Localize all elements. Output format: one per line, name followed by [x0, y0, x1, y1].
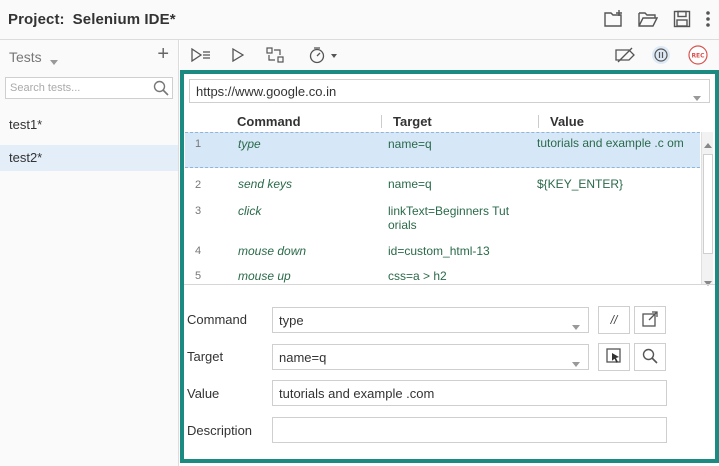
chevron-down-icon[interactable] — [572, 318, 580, 333]
command-row[interactable]: 3 click linkText=Beginners Tut orials — [185, 196, 700, 236]
command-row[interactable]: 5 mouse up css=a > h2 — [185, 260, 700, 284]
tests-header: Tests + — [0, 40, 179, 72]
command-label: Command — [187, 312, 247, 327]
row-number: 1 — [195, 138, 202, 150]
search-tests-input[interactable]: Search tests... — [5, 77, 173, 99]
row-value: tutorials and example .c om — [537, 136, 684, 150]
row-value: ${KEY_ENTER} — [537, 177, 624, 191]
playback-toolbar: REC — [180, 40, 719, 70]
search-icon[interactable] — [153, 80, 169, 99]
test-editor-frame: https://www.google.co.in Command Target … — [180, 70, 719, 463]
row-target: name=q — [388, 177, 432, 191]
open-external-icon — [642, 310, 658, 330]
row-command: click — [238, 204, 262, 218]
chevron-down-icon[interactable] — [50, 53, 58, 68]
disable-breakpoints-icon[interactable] — [614, 45, 636, 65]
test-name: test2* — [9, 150, 43, 165]
value-input[interactable]: tutorials and example .com — [272, 380, 667, 406]
tests-panel: Tests + Search tests... test1* test2* — [0, 40, 179, 466]
target-input[interactable]: name=q — [272, 344, 589, 370]
column-header-command: Command — [237, 114, 301, 129]
scroll-up-arrow-icon[interactable] — [704, 136, 712, 151]
value-label: Value — [187, 386, 220, 401]
commands-table-header: Command Target Value — [185, 110, 700, 132]
test-name: test1* — [9, 117, 43, 132]
column-header-target: Target — [393, 114, 432, 129]
command-row-selected[interactable]: 1 type name=q tutorials and example .c o… — [185, 132, 700, 168]
target-input-value: name=q — [279, 350, 327, 365]
record-icon[interactable]: REC — [688, 45, 708, 65]
open-folder-icon[interactable] — [637, 8, 659, 30]
row-command: mouse down — [238, 244, 307, 258]
description-label: Description — [187, 423, 253, 438]
scroll-down-arrow-icon[interactable] — [704, 274, 712, 289]
row-number: 3 — [195, 205, 202, 217]
project-name[interactable]: Selenium IDE* — [73, 11, 176, 28]
command-input-value: type — [279, 313, 304, 328]
step-over-icon[interactable] — [265, 45, 285, 65]
add-test-button[interactable]: + — [157, 43, 169, 66]
chevron-down-icon[interactable] — [572, 355, 580, 370]
project-label: Project: — [8, 11, 65, 28]
save-icon[interactable] — [671, 8, 693, 30]
pause-on-exceptions-icon[interactable] — [651, 45, 671, 65]
test-list-item[interactable]: test1* — [0, 112, 178, 138]
comment-toggle-label: // — [610, 313, 618, 327]
column-divider — [381, 115, 382, 128]
speed-timer-icon[interactable] — [308, 45, 338, 65]
row-target: name=q — [388, 137, 432, 151]
run-current-test-icon[interactable] — [230, 45, 246, 65]
open-reference-button[interactable] — [634, 306, 666, 334]
search-icon — [642, 348, 658, 367]
record-label: REC — [691, 53, 705, 60]
test-list-item-selected[interactable]: test2* — [0, 145, 178, 171]
base-url-value: https://www.google.co.in — [196, 84, 337, 99]
command-row[interactable]: 2 send keys name=q ${KEY_ENTER} — [185, 170, 700, 196]
more-vertical-icon[interactable] — [703, 8, 713, 30]
scrollbar-thumb[interactable] — [703, 154, 713, 254]
row-target: css=a > h2 — [388, 269, 447, 283]
commands-scrollbar[interactable] — [701, 132, 713, 286]
cursor-select-icon — [606, 347, 622, 367]
row-command: mouse up — [238, 269, 291, 283]
run-all-tests-icon[interactable] — [191, 45, 211, 65]
row-command: send keys — [238, 177, 293, 191]
find-target-button[interactable] — [634, 343, 666, 371]
row-target: linkText=Beginners Tut orials — [388, 204, 510, 232]
chevron-down-icon[interactable] — [693, 89, 701, 104]
row-number: 2 — [195, 179, 202, 191]
comment-toggle-button[interactable]: // — [598, 306, 630, 334]
command-row[interactable]: 4 mouse down id=custom_html-13 — [185, 236, 700, 260]
column-divider — [538, 115, 539, 128]
row-command: type — [238, 137, 261, 151]
row-target: id=custom_html-13 — [388, 244, 490, 258]
target-label: Target — [187, 349, 224, 364]
new-folder-icon[interactable] — [603, 8, 625, 30]
tests-dropdown-label[interactable]: Tests — [9, 49, 42, 65]
row-number: 4 — [195, 245, 202, 257]
title-bar: Project: Selenium IDE* — [0, 0, 719, 40]
base-url-select[interactable]: https://www.google.co.in — [189, 79, 710, 103]
project-title: Project: Selenium IDE* — [8, 11, 176, 28]
panel-divider — [184, 284, 715, 285]
description-input[interactable] — [272, 417, 667, 443]
command-input[interactable]: type — [272, 307, 589, 333]
select-target-button[interactable] — [598, 343, 630, 371]
row-number: 5 — [195, 270, 202, 282]
search-placeholder: Search tests... — [10, 82, 81, 94]
value-input-value: tutorials and example .com — [279, 386, 435, 401]
column-header-value: Value — [550, 114, 584, 129]
